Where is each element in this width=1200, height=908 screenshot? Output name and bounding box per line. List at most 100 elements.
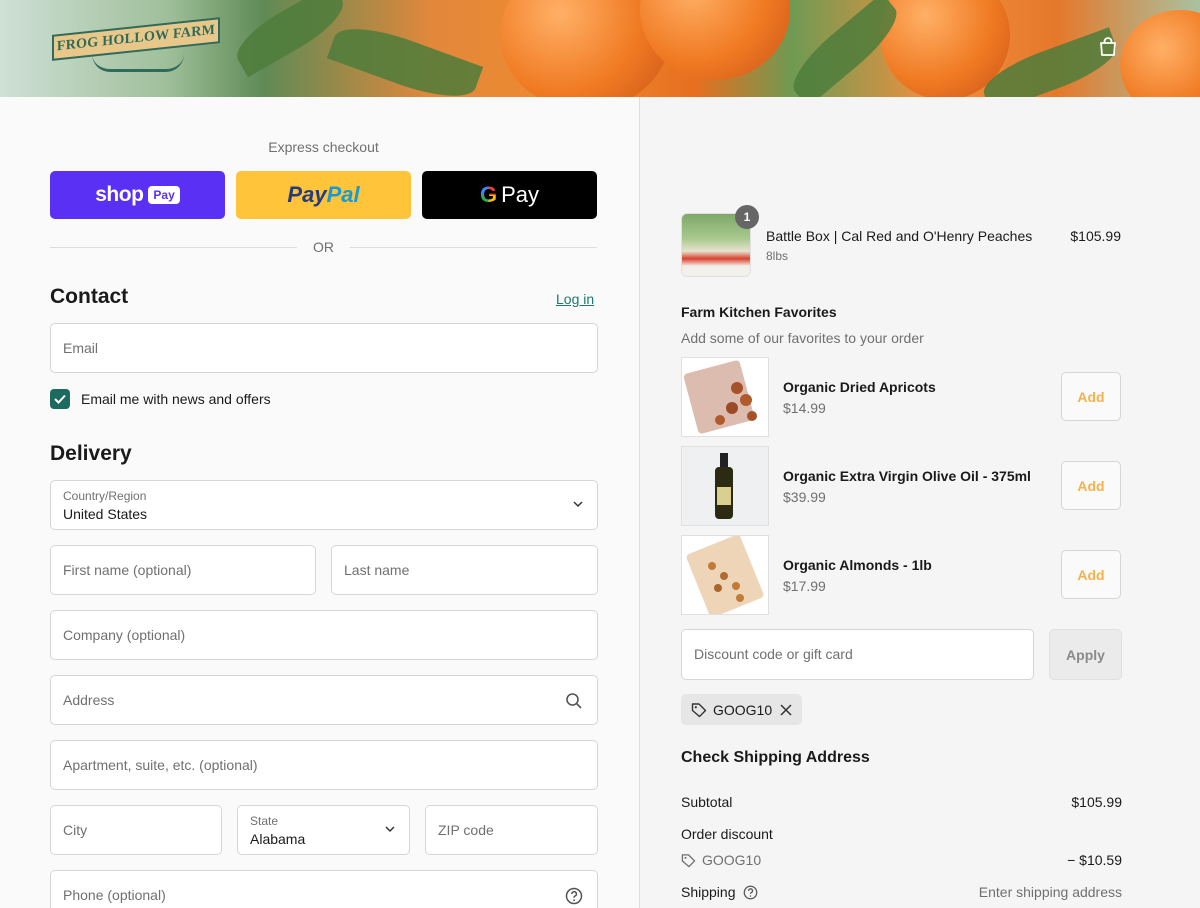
shipping-row: Shipping Enter shipping address (681, 884, 1122, 900)
paypal-wordmark-pay: Pay (287, 182, 327, 207)
upsell-item: Organic Dried Apricots $14.99 Add (681, 357, 1121, 437)
discount-code-field[interactable] (681, 629, 1034, 680)
paypal-button[interactable]: Pay Pal (236, 171, 411, 219)
company-field[interactable]: Company (optional) (50, 610, 598, 660)
phone-placeholder: Phone (optional) (63, 887, 166, 903)
shop-pay-button[interactable]: shop Pay (50, 171, 225, 219)
discount-code-label: GOOG10 (681, 852, 761, 868)
quantity-badge: 1 (735, 205, 759, 229)
shop-pay-wordmark: shop (95, 183, 144, 206)
product-variant: 8lbs (766, 249, 789, 263)
delivery-heading: Delivery (50, 442, 132, 465)
last-name-field[interactable]: Last name (331, 545, 598, 595)
last-name-placeholder: Last name (344, 562, 410, 578)
banner-peach (1120, 10, 1200, 97)
newsletter-checkbox-row[interactable]: Email me with news and offers (50, 389, 271, 409)
checkout-form-pane: Express checkout shop Pay Pay Pal G Pay O… (0, 97, 640, 908)
upsell-name: Organic Almonds - 1lb (783, 557, 932, 573)
favorites-subtitle: Add some of our favorites to your order (681, 330, 924, 346)
shipping-label: Shipping (681, 884, 736, 900)
phone-field[interactable]: Phone (optional) (50, 870, 598, 908)
city-field[interactable]: City (50, 805, 222, 855)
apartment-field[interactable]: Apartment, suite, etc. (optional) (50, 740, 598, 790)
address-placeholder: Address (63, 692, 115, 708)
add-olive-oil-button[interactable]: Add (1061, 461, 1121, 510)
discount-value: − $10.59 (1067, 852, 1122, 868)
upsell-name: Organic Extra Virgin Olive Oil - 375ml (783, 468, 1031, 484)
shop-pay-badge: Pay (148, 186, 180, 204)
upsell-price: $39.99 (783, 489, 826, 505)
chevron-down-icon (573, 501, 583, 508)
country-value: United States (63, 506, 148, 522)
logo-base (92, 54, 184, 72)
logo-text: FROG HOLLOW FARM (56, 22, 216, 55)
almonds-image (681, 535, 769, 615)
zip-code-placeholder: ZIP code (438, 822, 494, 838)
country-label: Country/Region (63, 489, 147, 503)
or-divider: OR (50, 239, 597, 255)
add-almonds-button[interactable]: Add (1061, 550, 1121, 599)
olive-oil-image (681, 446, 769, 526)
city-placeholder: City (63, 822, 88, 838)
subtotal-label: Subtotal (681, 794, 733, 810)
log-in-link[interactable]: Log in (556, 291, 594, 307)
express-checkout-label: Express checkout (268, 139, 379, 155)
help-circle-icon[interactable] (743, 885, 758, 900)
divider-line (350, 246, 597, 248)
search-icon[interactable] (565, 692, 583, 710)
check-shipping-heading: Check Shipping Address (681, 749, 870, 766)
remove-discount-icon[interactable] (780, 703, 792, 716)
email-field[interactable]: Email (50, 323, 598, 373)
apply-discount-button[interactable]: Apply (1049, 629, 1122, 680)
discount-code-text: GOOG10 (702, 852, 762, 868)
contact-heading: Contact (50, 285, 129, 308)
applied-discount-chip: GOOG10 (681, 694, 803, 725)
or-label: OR (313, 239, 334, 255)
favorites-heading: Farm Kitchen Favorites (681, 304, 837, 320)
state-select[interactable]: State Alabama (237, 805, 410, 855)
address-field[interactable]: Address (50, 675, 598, 725)
tag-icon (681, 853, 696, 867)
add-dried-apricots-button[interactable]: Add (1061, 372, 1121, 421)
company-placeholder: Company (optional) (63, 627, 186, 643)
divider-line (50, 246, 297, 248)
order-summary-pane: 1 Battle Box | Cal Red and O'Henry Peach… (640, 97, 1200, 908)
newsletter-label: Email me with news and offers (81, 391, 271, 407)
google-pay-label: Pay (501, 182, 540, 207)
shopping-bag-icon[interactable] (1097, 36, 1119, 58)
chevron-down-icon (385, 826, 395, 833)
email-placeholder: Email (63, 340, 99, 356)
applied-discount-code: GOOG10 (713, 701, 773, 718)
header-banner: FROG HOLLOW FARM (0, 0, 1200, 97)
country-select[interactable]: Country/Region United States (50, 480, 598, 530)
shipping-value: Enter shipping address (978, 884, 1122, 900)
dried-apricots-image (681, 357, 769, 437)
tag-icon (691, 702, 707, 717)
upsell-name: Organic Dried Apricots (783, 379, 936, 395)
discount-code-row: GOOG10 − $10.59 (681, 852, 1122, 871)
frog-hollow-farm-logo[interactable]: FROG HOLLOW FARM (52, 17, 222, 76)
discount-code-input[interactable] (694, 646, 1014, 662)
zip-code-field[interactable]: ZIP code (425, 805, 598, 855)
banner-peach (640, 0, 790, 80)
apartment-placeholder: Apartment, suite, etc. (optional) (63, 757, 258, 773)
upsell-price: $14.99 (783, 400, 826, 416)
product-price: $105.99 (1070, 228, 1121, 244)
help-circle-icon[interactable] (565, 887, 583, 905)
product-name: Battle Box | Cal Red and O'Henry Peaches (766, 228, 1033, 244)
order-discount-label: Order discount (681, 826, 773, 842)
google-g-icon: G (479, 182, 498, 207)
shipping-label-group: Shipping (681, 884, 758, 900)
subtotal-value: $105.99 (1071, 794, 1122, 810)
newsletter-checkbox[interactable] (50, 389, 70, 409)
order-discount-row: Order discount (681, 826, 1122, 842)
paypal-wordmark-pal: Pal (326, 182, 360, 207)
first-name-field[interactable]: First name (optional) (50, 545, 316, 595)
state-label: State (250, 814, 279, 828)
state-value: Alabama (250, 831, 306, 847)
banner-leaf (326, 15, 484, 97)
checkmark-icon (54, 394, 66, 404)
subtotal-row: Subtotal $105.99 (681, 794, 1122, 810)
upsell-item: Organic Extra Virgin Olive Oil - 375ml $… (681, 446, 1121, 526)
google-pay-button[interactable]: G Pay (422, 171, 597, 219)
